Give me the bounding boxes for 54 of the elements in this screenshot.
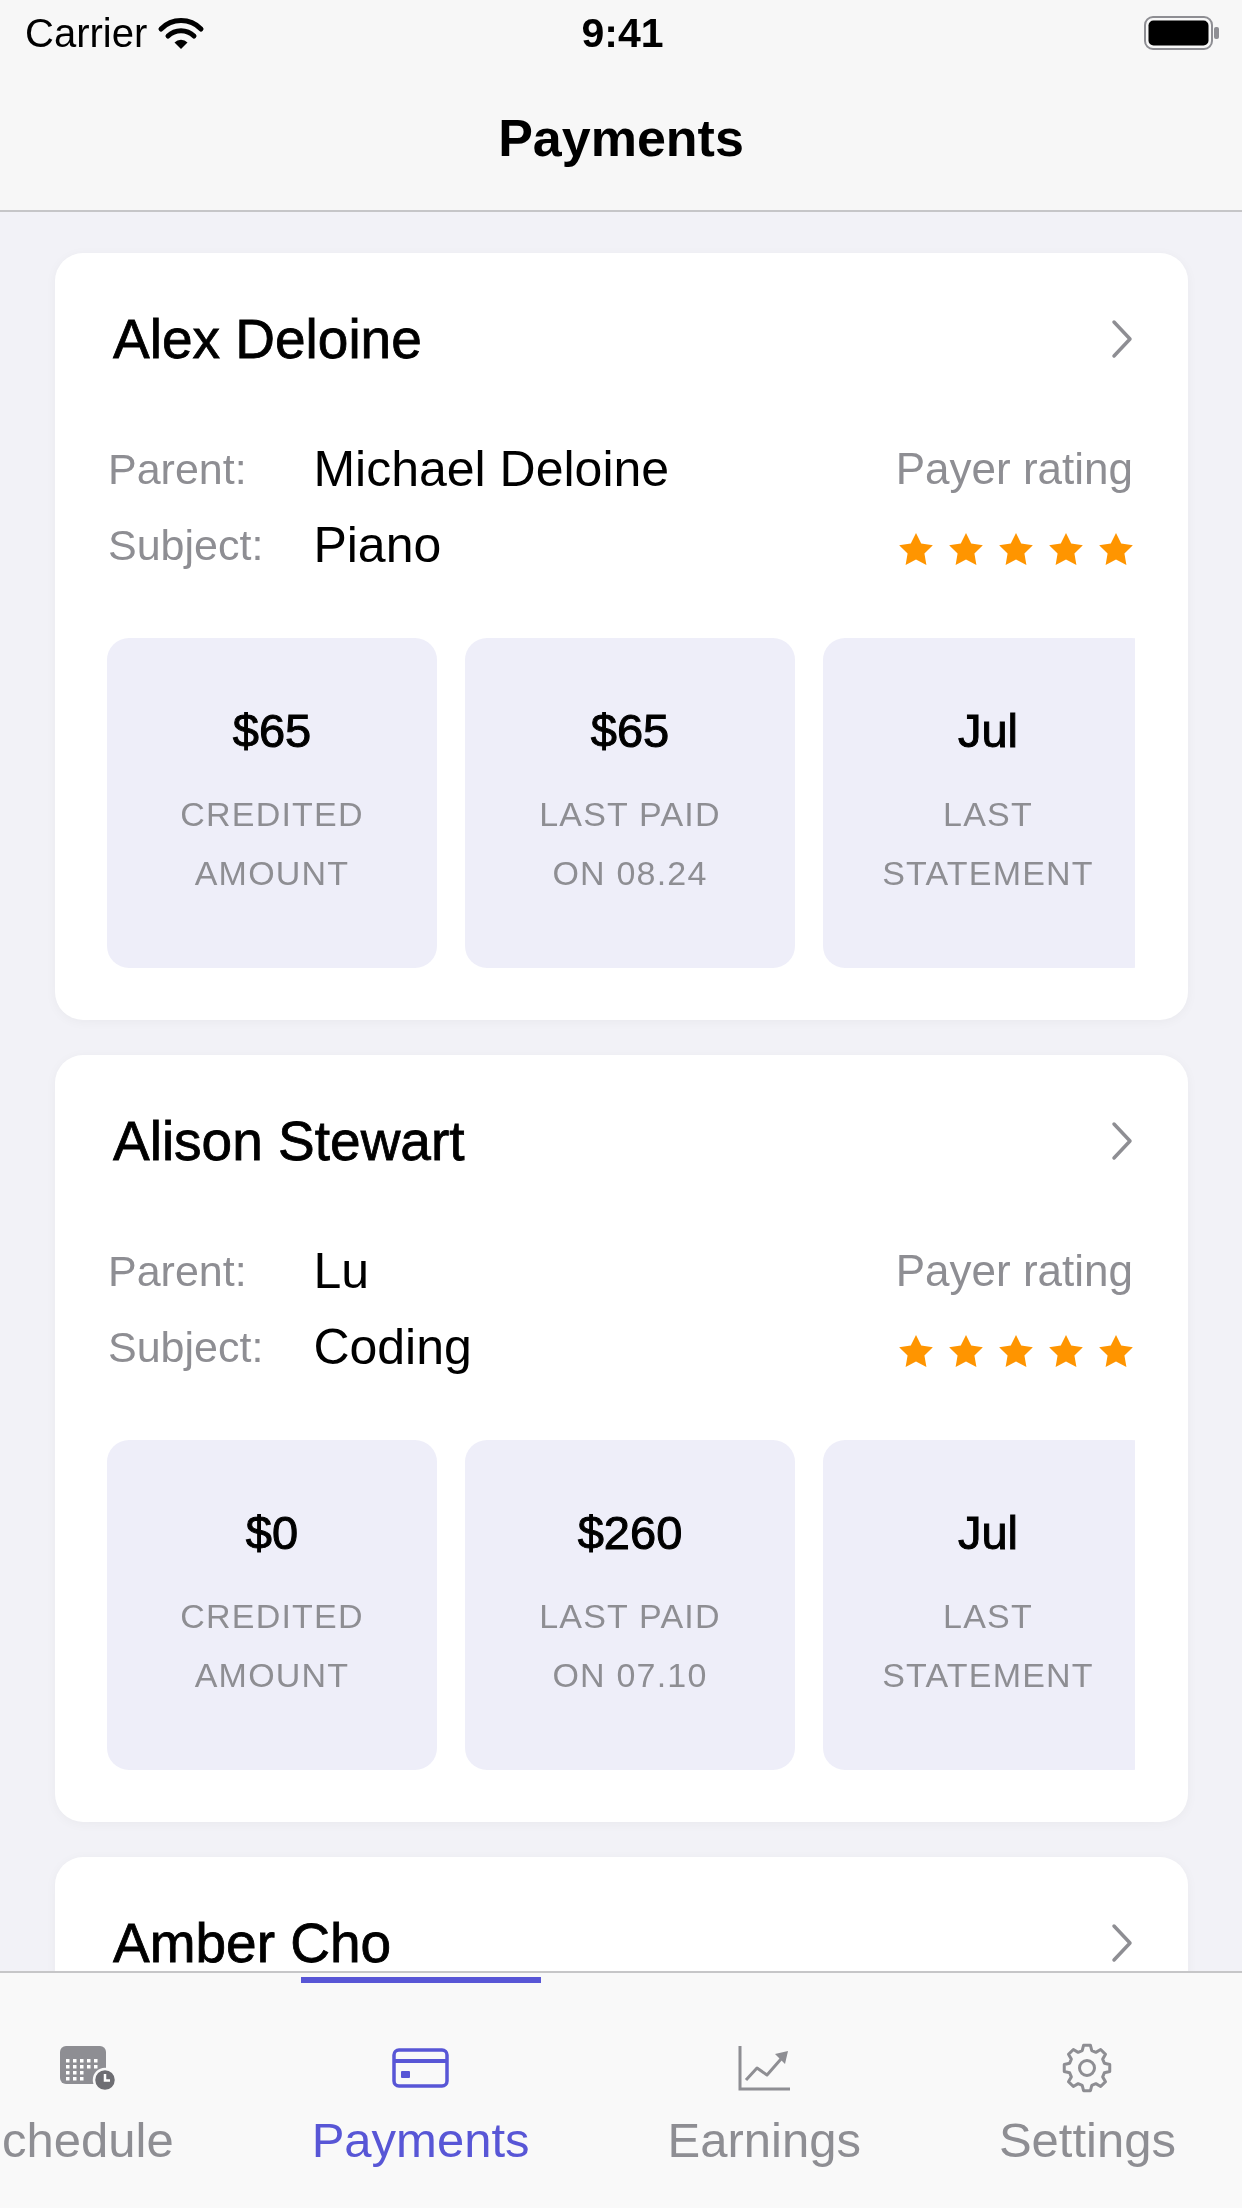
stat-value: $260: [577, 1505, 683, 1561]
star-icon: [949, 1335, 983, 1367]
stat-value: $65: [232, 703, 312, 759]
field-label: Parent:: [108, 1246, 248, 1297]
chevron-icon: [1111, 319, 1133, 359]
field-label: Subject:: [108, 520, 264, 571]
settings-icon: [1061, 2042, 1114, 2094]
credit-card-icon: [392, 2048, 450, 2088]
field-label: Parent:: [108, 444, 248, 495]
student-name: Amber Cho: [113, 1915, 392, 1971]
star-icon: [899, 1335, 933, 1367]
payment-card[interactable]: Amber Cho: [55, 1857, 1188, 1971]
tab-item[interactable]: Earnings: [656, 1977, 872, 2169]
student-name: Alison Stewart: [113, 1113, 465, 1169]
stat-label: LAST PAID ON 07.10: [538, 1596, 722, 1696]
stat-value: Jul: [957, 703, 1019, 759]
subject-name: Piano: [313, 516, 443, 574]
stat-value: $0: [245, 1505, 299, 1561]
parent-name: Lu: [313, 1242, 370, 1300]
chevron-icon: [1111, 1923, 1133, 1963]
stat-label: CREDITED AMOUNT: [179, 1596, 365, 1696]
stat-value: $65: [590, 703, 670, 759]
carrier-name: Carrier: [25, 10, 148, 57]
star-icon: [999, 533, 1033, 565]
star-icon: [1049, 1335, 1083, 1367]
field-label: Subject:: [108, 1322, 264, 1373]
rating-label: Payer rating: [895, 443, 1133, 495]
tab-item[interactable]: Settings: [987, 1977, 1187, 2169]
chevron-icon: [1111, 1121, 1133, 1161]
rating-label: Payer rating: [895, 1245, 1133, 1297]
star-icon: [1049, 533, 1083, 565]
wifi-icon: [157, 15, 206, 51]
star-icon: [949, 533, 983, 565]
stat-value: Jul: [957, 1505, 1019, 1561]
payment-card[interactable]: Alex Deloine Parent: Michael Deloine Subject: Piano Payer rating $65 CREDITED AMOUNT $65 LAST PAID ON 08.24 Jul LAST STATEMENT: [55, 253, 1188, 1020]
stat-label: LAST STATEMENT: [881, 794, 1095, 894]
clock-time: 9:41: [581, 9, 664, 57]
stat-label: LAST PAID ON 08.24: [538, 794, 722, 894]
student-name: Alex Deloine: [113, 311, 422, 367]
trend-chart-icon: [736, 2044, 792, 2092]
star-icon: [999, 1335, 1033, 1367]
tab-item[interactable]: chedule: [0, 1977, 185, 2169]
payment-card[interactable]: Alison Stewart Parent: Lu Subject: Coding Payer rating $0 CREDITED AMOUNT $260 LAST PAID ON 07.10 Jul LAST STATEMENT: [55, 1055, 1188, 1822]
star-icon: [899, 533, 933, 565]
star-icon: [1099, 533, 1133, 565]
star-icon: [1099, 1335, 1133, 1367]
stat-label: CREDITED AMOUNT: [179, 794, 365, 894]
screen-title: Payments: [498, 108, 744, 168]
calendar-icon: [57, 2043, 118, 2093]
battery-icon: [1144, 16, 1220, 50]
subject-name: Coding: [313, 1318, 472, 1376]
stat-label: LAST STATEMENT: [881, 1596, 1095, 1696]
parent-name: Michael Deloine: [313, 440, 670, 498]
tab-item[interactable]: Payments: [300, 1977, 541, 2169]
